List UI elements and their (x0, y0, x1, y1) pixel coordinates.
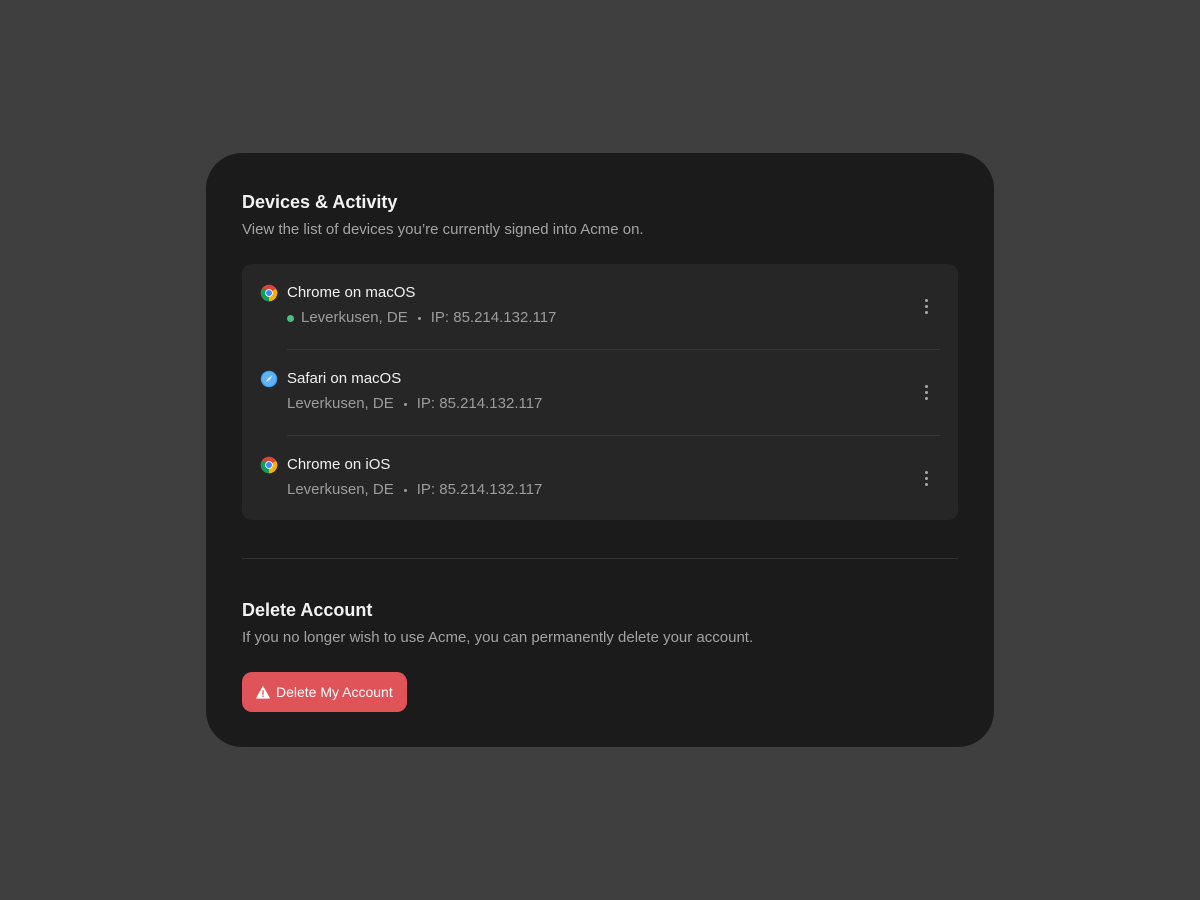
device-location: Leverkusen, DE (301, 309, 408, 326)
section-divider (242, 558, 958, 559)
separator-dot (417, 316, 421, 320)
dot (924, 310, 928, 314)
device-name: Safari on macOS (287, 370, 402, 387)
safari-icon (260, 370, 278, 388)
chrome-icon (260, 456, 278, 474)
device-ip: IP: 85.214.132.117 (416, 481, 543, 498)
dot (924, 470, 928, 474)
devices-section-title: Devices & Activity (242, 192, 398, 212)
delete-account-button-label: Delete My Account (276, 684, 393, 700)
device-item: Chrome on macOS Leverkusen, DE IP: 85.21… (242, 264, 958, 350)
dot (924, 482, 928, 486)
device-list: Chrome on macOS Leverkusen, DE IP: 85.21… (242, 264, 958, 520)
device-name: Chrome on iOS (287, 456, 391, 473)
device-ip: IP: 85.214.132.117 (416, 395, 543, 412)
warning-icon (256, 685, 270, 699)
device-name: Chrome on macOS (287, 284, 416, 301)
dot (924, 396, 928, 400)
delete-account-button[interactable]: Delete My Account (242, 672, 407, 712)
delete-account-section: Delete Account If you no longer wish to … (242, 599, 958, 712)
devices-section-description: View the list of devices you’re currentl… (242, 221, 644, 238)
device-more-options-button[interactable] (914, 294, 938, 318)
dot (924, 304, 928, 308)
dot (924, 390, 928, 394)
device-more-options-button[interactable] (914, 380, 938, 404)
delete-section-description: If you no longer wish to use Acme, you c… (242, 629, 754, 646)
device-location: Leverkusen, DE (287, 395, 394, 412)
device-meta: Leverkusen, DE IP: 85.214.132.117 (287, 394, 542, 414)
separator-dot (403, 488, 407, 492)
device-location: Leverkusen, DE (287, 481, 394, 498)
devices-section: Devices & Activity View the list of devi… (242, 191, 958, 520)
device-item: Safari on macOS Leverkusen, DE IP: 85.21… (242, 350, 958, 436)
active-status-dot (287, 314, 294, 322)
device-ip: IP: 85.214.132.117 (430, 309, 557, 326)
device-meta: Leverkusen, DE IP: 85.214.132.117 (287, 480, 542, 500)
dot (924, 384, 928, 388)
device-meta: Leverkusen, DE IP: 85.214.132.117 (287, 308, 556, 328)
separator-dot (403, 402, 407, 406)
device-more-options-button[interactable] (914, 466, 938, 490)
chrome-icon (260, 284, 278, 302)
settings-card: Devices & Activity View the list of devi… (206, 153, 994, 747)
dot (924, 298, 928, 302)
device-item: Chrome on iOS Leverkusen, DE IP: 85.214.… (242, 436, 958, 522)
dot (924, 476, 928, 480)
delete-section-title: Delete Account (242, 600, 373, 620)
